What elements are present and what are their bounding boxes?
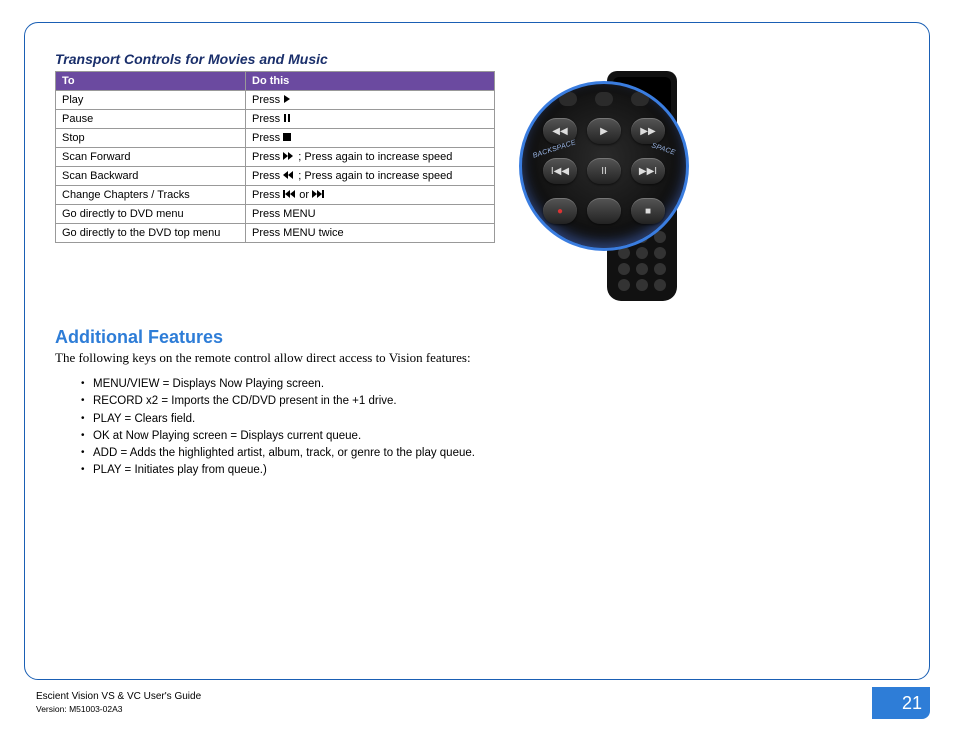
section-title: Transport Controls for Movies and Music [55, 51, 899, 67]
additional-features-intro: The following keys on the remote control… [55, 350, 899, 366]
table-cell-do: Press or [246, 186, 495, 205]
content-frame: Transport Controls for Movies and Music … [24, 22, 930, 680]
table-cell-to: Scan Forward [56, 148, 246, 167]
table-cell-do: Press [246, 129, 495, 148]
table-cell-do: Press ; Press again to increase speed [246, 167, 495, 186]
table-row: Go directly to the DVD top menuPress MEN… [56, 224, 495, 243]
page-footer: Escient Vision VS & VC User's Guide Vers… [36, 688, 930, 718]
space-label: SPACE [651, 142, 677, 156]
table-row: Scan ForwardPress ; Press again to incre… [56, 148, 495, 167]
table-cell-to: Change Chapters / Tracks [56, 186, 246, 205]
list-item: MENU/VIEW = Displays Now Playing screen. [81, 376, 899, 393]
table-cell-to: Go directly to DVD menu [56, 205, 246, 224]
table-row: StopPress [56, 129, 495, 148]
fast-forward-icon: ▶▶ [631, 118, 665, 144]
table-cell-do: Press [246, 91, 495, 110]
pause-icon [283, 114, 291, 124]
footer-version: Version: M51003-02A3 [36, 704, 201, 715]
table-cell-do: Press [246, 110, 495, 129]
table-header-do: Do this [246, 72, 495, 91]
table-cell-to: Stop [56, 129, 246, 148]
skipf-icon [312, 190, 325, 200]
table-row: Change Chapters / TracksPress or [56, 186, 495, 205]
stop-icon [283, 133, 291, 143]
list-item: PLAY = Initiates play from queue.) [81, 462, 899, 479]
footer-guide-name: Escient Vision VS & VC User's Guide [36, 691, 201, 704]
stop-icon: ■ [631, 198, 665, 224]
blank-button [587, 198, 621, 224]
play-icon [283, 95, 291, 105]
table-header-row: To Do this [56, 72, 495, 91]
page-number-box: 21 [872, 687, 930, 719]
table-header-to: To [56, 72, 246, 91]
table-cell-do: Press ; Press again to increase speed [246, 148, 495, 167]
table-row: PlayPress [56, 91, 495, 110]
skip-forward-icon: ▶▶I [631, 158, 665, 184]
footer-left: Escient Vision VS & VC User's Guide Vers… [36, 691, 201, 714]
list-item: PLAY = Clears field. [81, 411, 899, 428]
skip-back-icon: I◀◀ [543, 158, 577, 184]
transport-controls-table: To Do this PlayPress PausePress StopPres… [55, 71, 495, 243]
additional-features-heading: Additional Features [55, 327, 899, 348]
table-cell-do: Press MENU [246, 205, 495, 224]
remote-illustration: ◀◀ ▶ ▶▶ I◀◀ II ▶▶I ● ■ BACKSPACE [519, 71, 719, 301]
remote-zoom-circle: ◀◀ ▶ ▶▶ I◀◀ II ▶▶I ● ■ BACKSPACE [519, 81, 689, 251]
content-row: To Do this PlayPress PausePress StopPres… [55, 71, 899, 301]
list-item: ADD = Adds the highlighted artist, album… [81, 445, 899, 462]
skipb-icon [283, 190, 296, 200]
ff-icon [283, 152, 295, 162]
list-item: RECORD x2 = Imports the CD/DVD present i… [81, 393, 899, 410]
table-cell-to: Play [56, 91, 246, 110]
table-row: Scan BackwardPress ; Press again to incr… [56, 167, 495, 186]
table-cell-do: Press MENU twice [246, 224, 495, 243]
table-cell-to: Scan Backward [56, 167, 246, 186]
page: Transport Controls for Movies and Music … [0, 0, 954, 738]
table-cell-to: Go directly to the DVD top menu [56, 224, 246, 243]
table-cell-to: Pause [56, 110, 246, 129]
table-row: Go directly to DVD menuPress MENU [56, 205, 495, 224]
pause-icon: II [587, 158, 621, 184]
table-row: PausePress [56, 110, 495, 129]
list-item: OK at Now Playing screen = Displays curr… [81, 428, 899, 445]
rw-icon [283, 171, 295, 181]
play-icon: ▶ [587, 118, 621, 144]
additional-features-list: MENU/VIEW = Displays Now Playing screen.… [81, 376, 899, 480]
record-icon: ● [543, 198, 577, 224]
